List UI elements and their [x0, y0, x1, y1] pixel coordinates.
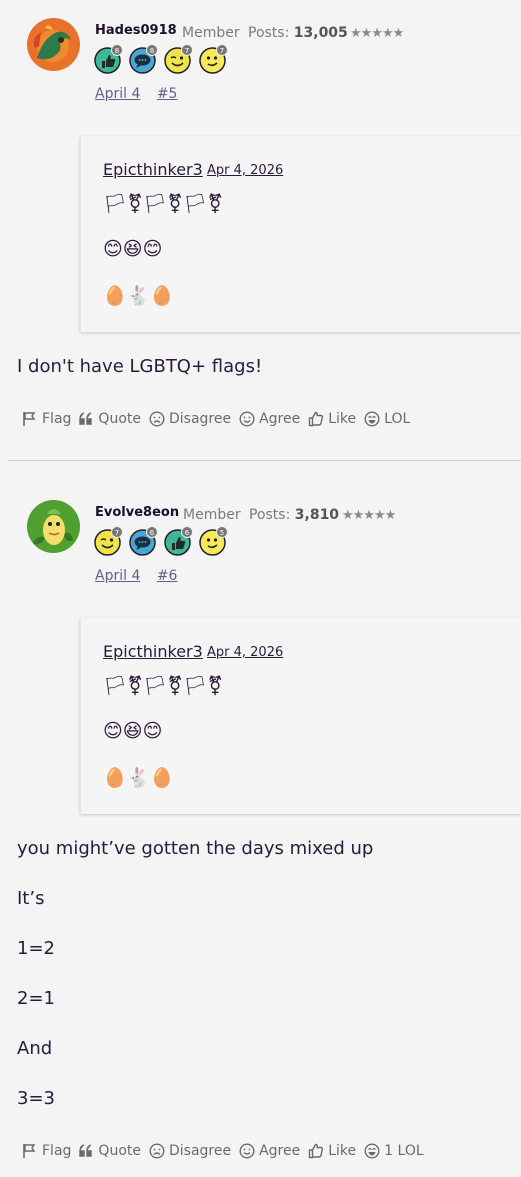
username[interactable]: Hades0918	[95, 23, 177, 38]
post-meta: April 4 #5	[95, 86, 189, 102]
flag-button[interactable]: Flag	[22, 411, 71, 427]
agree-button[interactable]: Agree	[239, 1143, 300, 1159]
smile-icon	[239, 1143, 255, 1159]
speech-bubble-icon[interactable]: 6	[129, 526, 158, 556]
like-button[interactable]: Like	[308, 411, 356, 427]
badge-count: 6	[181, 526, 193, 538]
flag-button[interactable]: Flag	[22, 1143, 71, 1159]
quote-label: Quote	[98, 411, 141, 427]
wink-face-icon[interactable]: 7	[164, 44, 193, 74]
quote-eggs-line: 🥚🐇🥚	[103, 285, 174, 307]
post-divider	[8, 460, 521, 461]
thumbs-up-icon[interactable]: 8	[94, 44, 123, 74]
quote-icon	[79, 412, 93, 425]
lol-button[interactable]: 1 LOL	[364, 1143, 424, 1159]
post-count-label: Posts:	[248, 25, 290, 41]
avatar[interactable]	[27, 500, 80, 553]
badge-count: 6	[146, 526, 158, 538]
quote-author-link[interactable]: Epicthinker3	[103, 642, 203, 661]
quote-eggs-line: 🥚🐇🥚	[103, 767, 174, 789]
quote-author-link[interactable]: Epicthinker3	[103, 160, 203, 179]
frown-icon	[149, 1143, 165, 1159]
quote-date-link[interactable]: Apr 4, 2026	[207, 645, 283, 660]
smile-face-icon[interactable]: 5	[199, 526, 228, 556]
badge-row: 7 6 6 5	[94, 526, 228, 556]
thumbs-up-icon[interactable]: 6	[164, 526, 193, 556]
quote-date-link[interactable]: Apr 4, 2026	[207, 163, 283, 178]
user-role: Member	[182, 25, 240, 41]
agree-button[interactable]: Agree	[239, 411, 300, 427]
lol-label: LOL	[384, 411, 411, 427]
post-actions: Flag Quote Disagree Agree Like 1 LOL	[22, 1143, 432, 1159]
quote-button[interactable]: Quote	[79, 1143, 141, 1159]
disagree-label: Disagree	[168, 411, 232, 427]
post-body-line: you might’ve gotten the days mixed up	[17, 838, 374, 859]
badge-row: 8 8 7 7	[94, 44, 228, 74]
post-count-value: 3,810	[294, 507, 340, 523]
like-button[interactable]: Like	[308, 1143, 356, 1159]
post-number-link[interactable]: #5	[157, 86, 178, 102]
post-number-link[interactable]: #6	[157, 568, 178, 584]
post-body-line: And	[17, 1038, 53, 1059]
smile-face-icon[interactable]: 7	[199, 44, 228, 74]
quote-block: Epicthinker3 Apr 4, 2026 🏳⚧🏳⚧🏳⚧ 😊😆😊 🥚🐇🥚	[80, 618, 521, 814]
post-meta: April 4 #6	[95, 568, 189, 584]
quote-emoji-line: 😊😆😊	[103, 238, 163, 260]
badge-count: 8	[146, 44, 158, 56]
flag-label: Flag	[42, 1143, 72, 1159]
badge-count: 7	[216, 44, 228, 56]
post-body-line: It’s	[17, 888, 45, 909]
flag-icon	[23, 1144, 36, 1158]
thumbs-up-icon	[309, 411, 324, 427]
post-count: Posts: 3,810	[249, 507, 339, 523]
rating-stars: ★★★★★	[342, 508, 396, 523]
username[interactable]: Evolve8eon	[95, 505, 179, 520]
badge-count: 8	[111, 44, 123, 56]
post-actions: Flag Quote Disagree Agree Like LOL	[22, 411, 418, 427]
laugh-icon	[364, 1143, 380, 1159]
agree-label: Agree	[259, 1143, 301, 1159]
smile-icon	[239, 411, 255, 427]
quote-icon	[79, 1144, 93, 1157]
badge-count: 5	[216, 526, 228, 538]
quote-flags-line: 🏳⚧🏳⚧🏳⚧	[103, 675, 224, 697]
quote-flags-line: 🏳⚧🏳⚧🏳⚧	[103, 193, 224, 215]
flag-icon	[23, 412, 36, 426]
post-body-line: 1=2	[17, 938, 55, 959]
lol-label: 1 LOL	[384, 1143, 424, 1159]
quote-label: Quote	[98, 1143, 141, 1159]
post-count-label: Posts:	[249, 507, 291, 523]
badge-count: 7	[111, 526, 123, 538]
badge-count: 7	[181, 44, 193, 56]
post-body-line: 2=1	[17, 988, 55, 1009]
disagree-button[interactable]: Disagree	[149, 1143, 231, 1159]
post-body-line: I don't have LGBTQ+ flags!	[17, 356, 263, 377]
lol-button[interactable]: LOL	[364, 411, 410, 427]
rating-stars: ★★★★★	[350, 26, 404, 41]
post: Evolve8eon Member Posts: 3,810 ★★★★★ 7 6…	[0, 482, 521, 1177]
like-label: Like	[328, 411, 357, 427]
disagree-button[interactable]: Disagree	[149, 411, 231, 427]
agree-label: Agree	[259, 411, 301, 427]
post-count: Posts: 13,005	[248, 25, 348, 41]
post: Hades0918 Member Posts: 13,005 ★★★★★ 8 8…	[0, 0, 521, 461]
post-date-link[interactable]: April 4	[95, 568, 140, 584]
laugh-icon	[364, 411, 380, 427]
post-date-link[interactable]: April 4	[95, 86, 140, 102]
speech-bubble-icon[interactable]: 8	[129, 44, 158, 74]
user-role: Member	[183, 507, 241, 523]
post-body-line: 3=3	[17, 1088, 55, 1109]
frown-icon	[149, 411, 165, 427]
quote-emoji-line: 😊😆😊	[103, 720, 163, 742]
thumbs-up-icon	[309, 1143, 324, 1159]
disagree-label: Disagree	[168, 1143, 232, 1159]
wink-face-icon[interactable]: 7	[94, 526, 123, 556]
flag-label: Flag	[42, 411, 72, 427]
quote-block: Epicthinker3 Apr 4, 2026 🏳⚧🏳⚧🏳⚧ 😊😆😊 🥚🐇🥚	[80, 136, 521, 332]
post-count-value: 13,005	[293, 25, 348, 41]
quote-button[interactable]: Quote	[79, 411, 141, 427]
like-label: Like	[328, 1143, 357, 1159]
avatar[interactable]	[27, 18, 80, 71]
